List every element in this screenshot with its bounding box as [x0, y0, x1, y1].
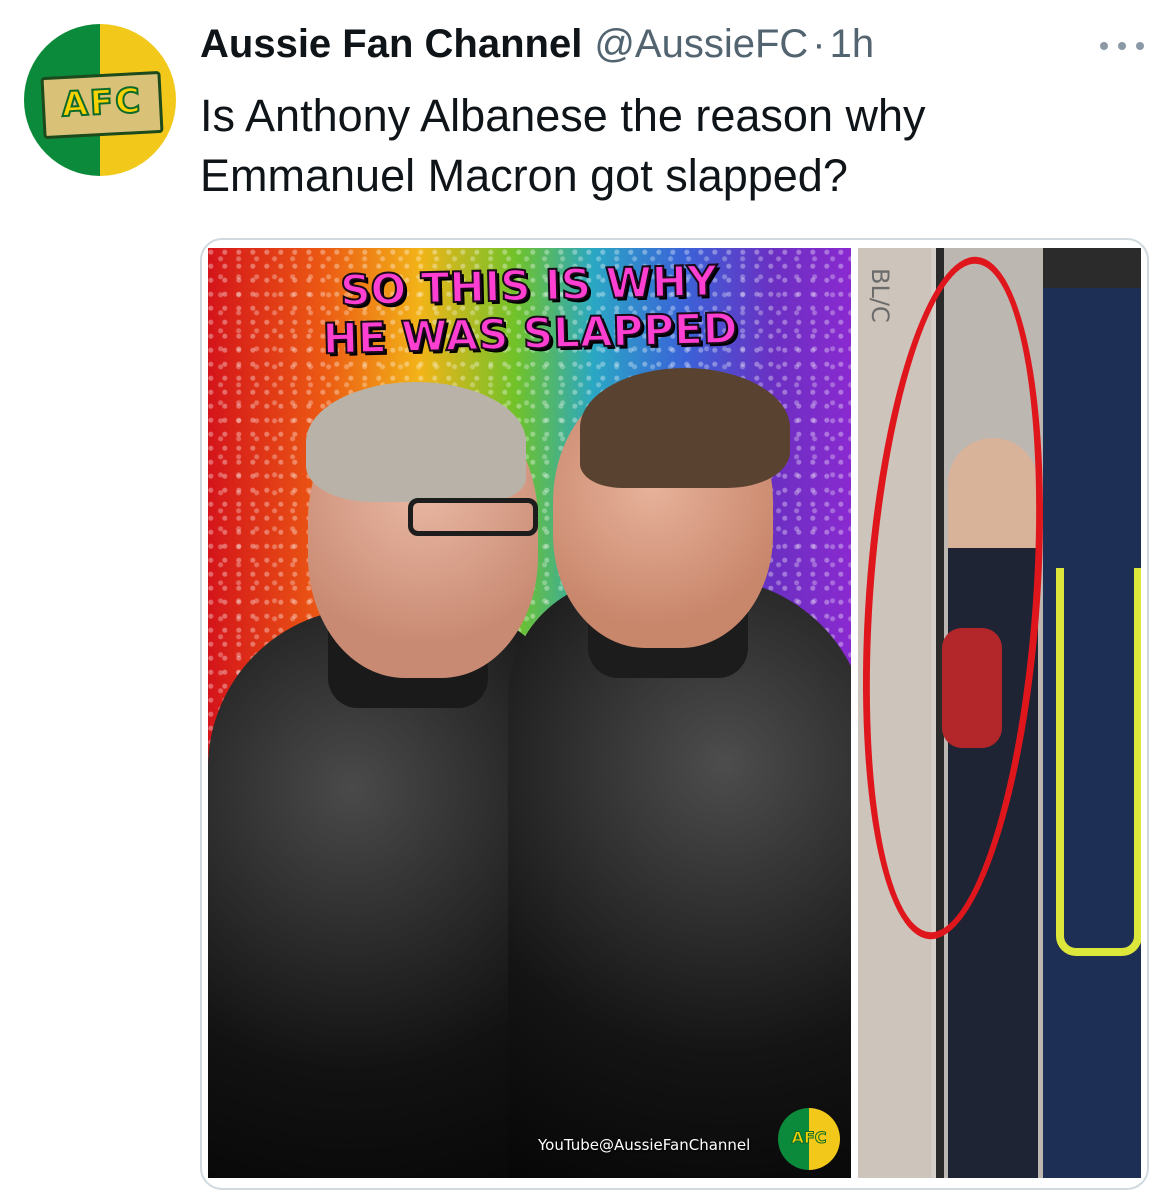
more-dot	[1118, 42, 1126, 50]
separator-dot: ·	[812, 22, 826, 66]
safety-vest	[1056, 568, 1141, 956]
timestamp[interactable]: 1h	[830, 22, 875, 67]
avatar-logo: AFC	[40, 70, 164, 140]
user-handle[interactable]: @AussieFC	[594, 22, 808, 67]
avatar[interactable]: AFC	[24, 24, 176, 176]
tweet-header: Aussie Fan Channel @AussieFC · 1h	[200, 22, 874, 72]
tweet-media[interactable]: SO THIS IS WHY HE WAS SLAPPED YouTube@Au…	[200, 238, 1149, 1190]
figure-right-hair	[580, 368, 790, 488]
more-dot	[1136, 42, 1144, 50]
figure-left-hair	[306, 382, 526, 502]
wall-letters: BL/C	[866, 268, 894, 323]
meme-caption: SO THIS IS WHY HE WAS SLAPPED	[208, 254, 851, 367]
display-name[interactable]: Aussie Fan Channel	[200, 22, 582, 67]
media-image-right[interactable]: BL/C	[858, 248, 1141, 1178]
tweet[interactable]: AFC Aussie Fan Channel @AussieFC · 1h Is…	[0, 0, 1170, 1200]
media-image-left[interactable]: SO THIS IS WHY HE WAS SLAPPED YouTube@Au…	[208, 248, 851, 1178]
more-dot	[1100, 42, 1108, 50]
more-horizontal-icon[interactable]	[1100, 36, 1144, 56]
avatar-logo-text: AFC	[60, 80, 144, 126]
tweet-text: Is Anthony Albanese the reason why Emman…	[200, 90, 926, 201]
watermark-logo-text: AFC	[791, 1128, 827, 1148]
watermark-text: YouTube@AussieFanChannel	[538, 1136, 751, 1154]
watermark-logo: AFC	[778, 1108, 840, 1170]
glasses	[408, 498, 538, 536]
